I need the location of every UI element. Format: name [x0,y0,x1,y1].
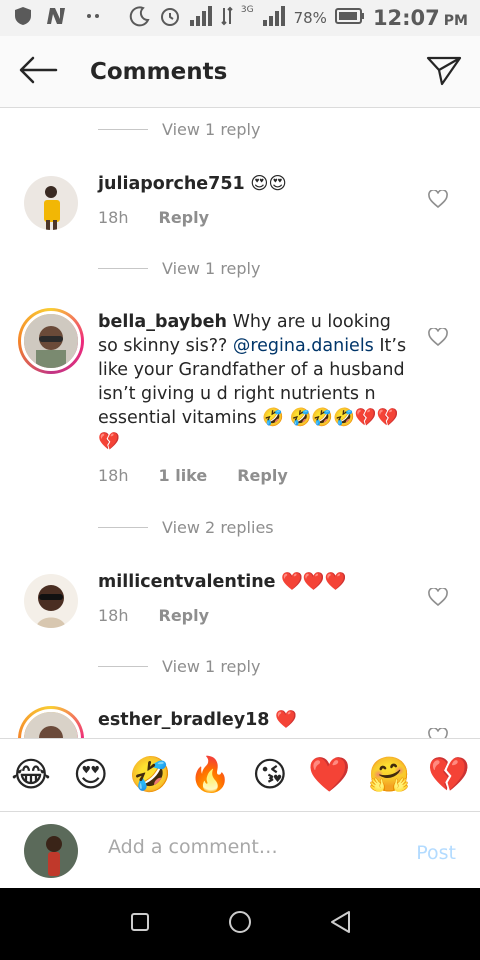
paper-plane-icon [426,54,462,90]
netflix-icon [46,5,70,31]
post-button[interactable]: Post [416,842,456,864]
view-replies-label: View 1 reply [162,657,261,676]
share-button[interactable] [408,36,480,108]
battery-percent: 78% [293,9,327,27]
avatar-story-ring[interactable] [18,308,84,374]
comment-username[interactable]: esther_bradley18 [98,710,269,730]
comments-header: Comments [0,36,480,108]
reply-button[interactable]: Reply [237,466,288,485]
view-replies-label: View 1 reply [162,120,261,139]
divider [98,268,148,269]
comments-list[interactable]: View 1 reply juliaporche751 😍😍 18h Reply… [0,108,480,738]
arrow-left-icon [18,55,58,89]
avatar[interactable] [24,574,78,628]
emoji-button[interactable]: 🔥 [189,754,231,796]
view-replies-label: View 1 reply [162,259,261,278]
recents-button[interactable] [125,909,155,939]
page-title: Comments [90,58,228,85]
heart-outline-icon[interactable] [428,327,448,348]
comment-time: 18h [98,466,129,485]
view-replies-link[interactable]: View 2 replies [98,518,274,537]
comment-input[interactable] [108,836,398,858]
likes-count[interactable]: 1 like [159,466,208,485]
data-transfer-icon [221,6,233,30]
avatar-story-ring[interactable] [18,706,84,738]
comment-item: juliaporche751 😍😍 18h Reply [0,170,480,270]
square-icon [130,912,150,936]
emoji-quick-bar: 😂 😍 🤣 🔥 😘 ❤️ 🤗 💔 [0,738,480,812]
comment-message: 😍😍 [250,174,287,194]
comment-time: 18h [98,606,129,625]
emoji-button[interactable]: 🤗 [368,754,410,796]
view-replies-link[interactable]: View 1 reply [98,657,260,676]
comment-username[interactable]: bella_baybeh [98,312,227,332]
emoji-button[interactable]: ❤️ [308,754,350,796]
mention-link[interactable]: @regina.daniels [233,336,374,356]
network-type-label: 3G [240,5,254,15]
avatar[interactable] [24,176,78,230]
divider [98,129,148,130]
comment-meta: 18h Reply [98,606,209,625]
divider [98,527,148,528]
reply-button[interactable]: Reply [159,606,210,625]
home-button[interactable] [225,909,255,939]
view-replies-label: View 2 replies [162,518,274,537]
clock: 12:07 PM [373,6,468,30]
divider [98,666,148,667]
heart-outline-icon[interactable] [428,727,448,738]
back-button[interactable] [6,36,70,108]
comment-text: juliaporche751 😍😍 [98,172,416,196]
shield-icon [12,5,34,31]
comment-meta: 18h 1 like Reply [98,466,288,485]
comment-message: ❤️ [275,710,297,730]
comment-text: esther_bradley18 ❤️ [98,708,416,732]
clock-time: 12:07 [372,6,440,30]
comment-text: bella_baybeh Why are u looking so skinny… [98,310,416,454]
comment-text: millicentvalentine ❤️❤️❤️ [98,570,416,594]
comment-item: bella_baybeh Why are u looking so skinny… [0,308,480,498]
comment-username[interactable]: juliaporche751 [98,174,245,194]
emoji-button[interactable]: 😘 [249,754,291,796]
comment-meta: 18h Reply [98,208,209,227]
emoji-button[interactable]: 💔 [428,754,470,796]
comment-time: 18h [98,208,129,227]
heart-outline-icon[interactable] [428,587,448,608]
triangle-icon [329,910,351,938]
view-replies-link[interactable]: View 1 reply [98,120,260,139]
reply-button[interactable]: Reply [159,208,210,227]
status-bar: 3G 78% 12:07 PM [0,0,480,36]
avatar [21,311,81,371]
signal-2-icon [262,6,286,30]
comment-composer: Post [0,812,480,888]
circle-icon [228,910,252,938]
emoji-button[interactable]: 😂 [10,754,52,796]
heart-outline-icon[interactable] [428,189,448,210]
comment-item: millicentvalentine ❤️❤️❤️ 18h Reply [0,568,480,668]
emoji-button[interactable]: 😍 [70,754,112,796]
avatar [21,709,81,738]
emoji-button[interactable]: 🤣 [129,754,171,796]
more-dots-icon [82,5,104,31]
do-not-disturb-moon-icon [129,5,151,31]
system-nav-bar [0,888,480,960]
comment-username[interactable]: millicentvalentine [98,572,276,592]
alarm-icon [159,5,181,31]
comment-item: esther_bradley18 ❤️ [0,706,480,738]
comment-message: ❤️❤️❤️ [281,572,347,592]
signal-icon [189,6,213,30]
back-nav-button[interactable] [325,909,355,939]
clock-ampm: PM [443,13,468,29]
battery-icon [334,7,365,29]
view-replies-link[interactable]: View 1 reply [98,259,260,278]
current-user-avatar [24,824,78,878]
